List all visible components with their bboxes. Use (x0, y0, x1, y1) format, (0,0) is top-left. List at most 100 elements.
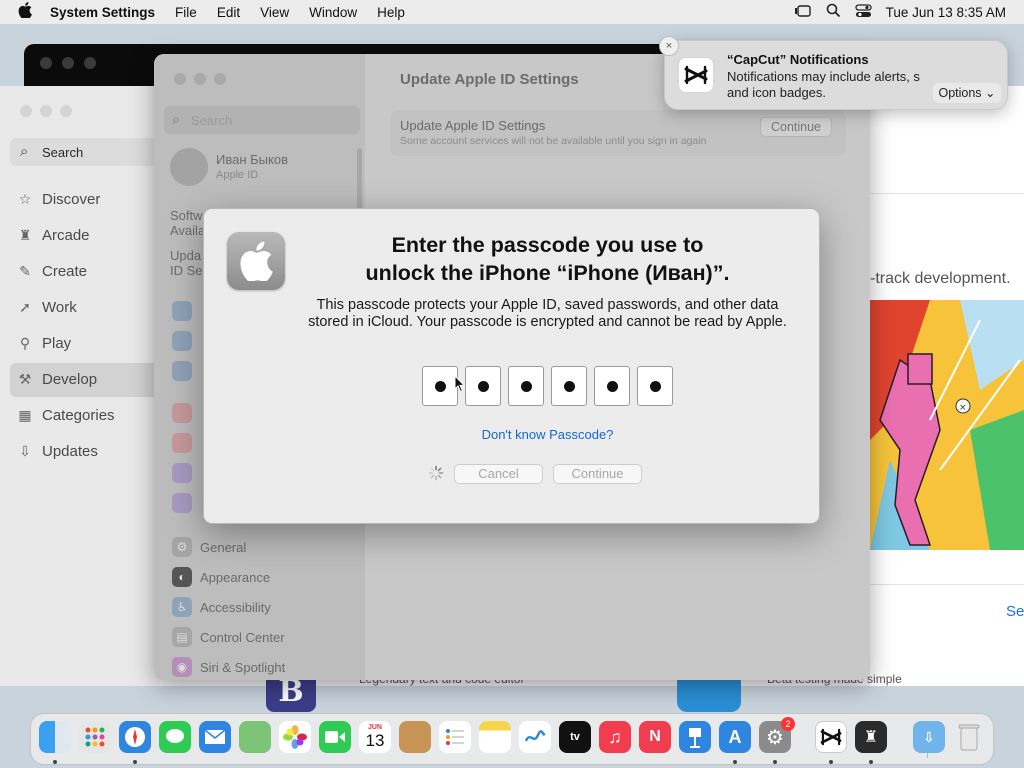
notification-options-button[interactable]: Options ⌄ (933, 83, 1001, 103)
news-icon[interactable]: N (639, 721, 671, 753)
appearance-icon: ◐ (172, 567, 192, 587)
accessibility-icon: ♿ (172, 597, 192, 617)
card-continue-button[interactable]: Continue (760, 117, 832, 137)
notification-close-button[interactable]: × (659, 36, 679, 56)
passcode-digit[interactable] (637, 366, 673, 406)
facetime-icon[interactable] (319, 721, 351, 753)
passcode-digit[interactable] (508, 366, 544, 406)
spotlight-search-icon[interactable] (826, 3, 841, 21)
notification-title: “CapCut” Notifications (727, 52, 869, 67)
hero-artwork[interactable]: × (870, 300, 1024, 550)
software-update-item[interactable]: Softw Availa (170, 208, 205, 238)
downloads-folder-icon[interactable]: ⇩ (913, 721, 945, 753)
nav-discover[interactable]: ☆ Discover (16, 191, 101, 208)
nav-develop[interactable]: ⚒ Develop (16, 371, 97, 388)
nav-updates[interactable]: ⇩ Updates (16, 443, 98, 460)
stage-manager-icon[interactable] (794, 4, 812, 21)
freeform-icon[interactable] (519, 721, 551, 753)
contacts-icon[interactable] (399, 721, 431, 753)
divider (870, 193, 1024, 194)
brush-icon: ✎ (19, 263, 31, 279)
music-icon[interactable]: ♫ (599, 721, 631, 753)
card-title: Update Apple ID Settings (400, 118, 546, 133)
sidebar-item-general[interactable]: ⚙ General (172, 537, 246, 557)
joystick-icon: ♜ (18, 227, 32, 243)
apple-icon[interactable] (0, 1, 42, 23)
nav-create[interactable]: ✎ Create (16, 263, 87, 280)
view-menu[interactable]: View (250, 5, 299, 20)
maps-icon[interactable] (239, 721, 271, 753)
window-menu[interactable]: Window (299, 5, 367, 20)
help-menu[interactable]: Help (367, 5, 415, 20)
nav-categories[interactable]: ▦ Categories (16, 407, 114, 424)
close-dot[interactable] (20, 105, 32, 117)
nav-label: Play (42, 335, 72, 352)
finder-icon[interactable] (39, 721, 71, 753)
hero-text: -track development. (870, 270, 1011, 287)
divider (870, 584, 1024, 585)
passcode-digit[interactable] (594, 366, 630, 406)
app-name-menu[interactable]: System Settings (42, 5, 165, 20)
sidebar-item-appearance[interactable]: ◐ Appearance (172, 567, 270, 587)
app-store-search[interactable]: ⌕ Search (10, 138, 160, 166)
search-placeholder: Search (191, 113, 233, 128)
bluetooth-icon[interactable] (172, 331, 192, 351)
sidebar-item-siri-spotlight[interactable]: ◉ Siri & Spotlight (172, 657, 285, 677)
photos-icon[interactable] (279, 721, 311, 753)
keynote-icon[interactable] (679, 721, 711, 753)
apple-tv-icon[interactable]: tv (559, 721, 591, 753)
apple-id-account[interactable]: Иван Быков Apple ID (216, 152, 288, 181)
close-dot[interactable] (40, 57, 52, 69)
network-icon[interactable] (172, 361, 192, 381)
sound-icon[interactable] (172, 433, 192, 453)
screen-time-icon[interactable] (172, 493, 192, 513)
minimize-dot[interactable] (40, 105, 52, 117)
close-dot[interactable] (174, 73, 186, 85)
safari-icon[interactable] (119, 721, 151, 753)
control-center-icon[interactable] (855, 3, 872, 21)
zoom-dot[interactable] (60, 105, 72, 117)
trash-icon[interactable] (953, 721, 985, 753)
reminders-icon[interactable] (439, 721, 471, 753)
wifi-icon[interactable] (172, 301, 192, 321)
notes-icon[interactable] (479, 721, 511, 753)
messages-icon[interactable] (159, 721, 191, 753)
loading-spinner-icon (428, 465, 444, 481)
continue-button[interactable]: Continue (553, 464, 642, 484)
update-apple-id-card: Update Apple ID Settings Some account se… (390, 110, 846, 156)
sidebar-item-control-center[interactable]: ▤ Control Center (172, 627, 285, 647)
launchpad-icon[interactable] (79, 721, 111, 753)
nav-work[interactable]: ➚ Work (16, 299, 77, 316)
nav-arcade[interactable]: ♜ Arcade (16, 227, 90, 244)
digit-dot (434, 380, 446, 392)
avatar[interactable] (170, 148, 208, 186)
sidebar-item-accessibility[interactable]: ♿ Accessibility (172, 597, 271, 617)
focus-icon[interactable] (172, 463, 192, 483)
update-apple-id-item[interactable]: Upda ID Se (170, 248, 203, 278)
passcode-digit[interactable] (551, 366, 587, 406)
cancel-button[interactable]: Cancel (454, 464, 543, 484)
menu-clock[interactable]: Tue Jun 13 8:35 AM (886, 5, 1006, 20)
nav-play[interactable]: ⚲ Play (16, 335, 71, 352)
user-name: Иван Быков (216, 152, 288, 167)
running-indicator (869, 760, 873, 764)
minimize-dot[interactable] (194, 73, 206, 85)
item-label: General (200, 539, 247, 555)
minimize-dot[interactable] (62, 57, 74, 69)
passcode-digit[interactable] (465, 366, 501, 406)
notifications-icon[interactable] (172, 403, 192, 423)
mail-icon[interactable] (199, 721, 231, 753)
file-menu[interactable]: File (165, 5, 207, 20)
bartender-icon[interactable]: ♜ (855, 721, 887, 753)
edit-menu[interactable]: Edit (207, 5, 250, 20)
capcut-notification[interactable]: × “CapCut” Notifications Notifications m… (659, 36, 1008, 110)
capcut-icon[interactable] (815, 721, 847, 753)
zoom-dot[interactable] (214, 73, 226, 85)
dont-know-passcode-link[interactable]: Don't know Passcode? (300, 427, 795, 442)
app-store-icon[interactable]: A (719, 721, 751, 753)
settings-search-input[interactable]: ⌕ Search (164, 106, 360, 134)
zoom-dot[interactable] (84, 57, 96, 69)
see-all-link[interactable]: Se (1006, 603, 1024, 620)
passcode-digit[interactable] (422, 366, 458, 406)
calendar-icon[interactable]: JUN 13 (359, 721, 391, 753)
